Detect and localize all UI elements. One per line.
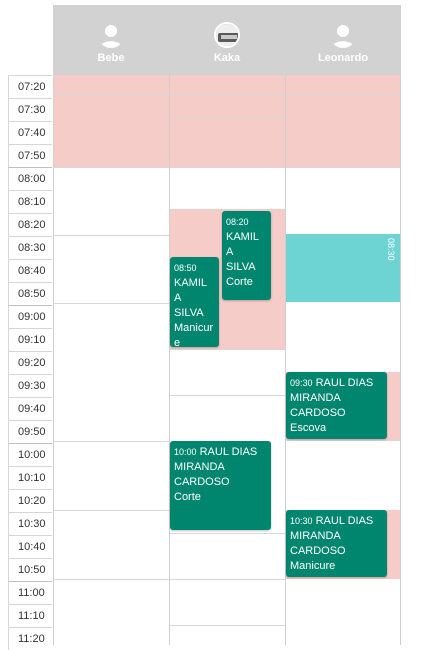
appointment-line: RAUL DIAS (199, 446, 258, 458)
appointment-card[interactable]: 08:50 KAMIL A SILVA Manicur e (170, 257, 219, 347)
column-kaka[interactable] (169, 75, 285, 645)
appointment-line: A (174, 292, 182, 304)
appointment-line: RAUL DIAS (315, 515, 374, 527)
appointment-card[interactable]: 09:30 RAUL DIAS MIRANDA CARDOSO Escova (286, 372, 387, 439)
appointment-line: MIRANDA (174, 461, 225, 473)
appointment-card[interactable]: 10:30 RAUL DIAS MIRANDA CARDOSO Manicure (286, 510, 387, 577)
staff-header-bebe[interactable]: Bebe (53, 5, 169, 75)
staff-header-leonardo[interactable]: Leonardo (285, 5, 401, 75)
appointment-line: CARDOSO (290, 545, 346, 557)
appointment-line: CARDOSO (290, 407, 346, 419)
staff-header-kaka[interactable]: Kaka (169, 5, 285, 75)
appointment-line: Manicur (174, 322, 214, 334)
time-label: 07:30 (8, 98, 52, 121)
time-label: 09:20 (8, 351, 52, 374)
appointment-line: KAMIL (226, 231, 260, 243)
appointment-line: CARDOSO (174, 476, 230, 488)
time-label: 09:40 (8, 397, 52, 420)
time-label: 09:30 (8, 374, 52, 397)
appointment-time: 10:00 (174, 447, 197, 457)
appointment-card[interactable]: 08:20 KAMIL A SILVA Corte (222, 211, 271, 300)
appointment-line: Manicure (290, 560, 336, 572)
time-label: 07:20 (8, 75, 52, 98)
appointment-line: Corte (174, 491, 201, 503)
time-label: 10:30 (8, 512, 52, 535)
header-spacer (401, 5, 434, 75)
column-bebe[interactable] (53, 75, 169, 645)
time-label: 11:20 (8, 627, 52, 650)
schedule-grid: Bebe Kaka Leonardo 07:20 07:30 07:40 07:… (0, 0, 434, 650)
appointment-line: e (174, 337, 181, 347)
appointment-time: 09:30 (290, 378, 313, 388)
appointment-time: 08:20 (226, 217, 249, 227)
time-label: 08:50 (8, 282, 52, 305)
blocked-slot[interactable]: 08:30 (286, 234, 400, 302)
time-label: 08:20 (8, 213, 52, 236)
photo-avatar (214, 22, 240, 48)
time-label: 10:40 (8, 535, 52, 558)
appointment-time: 10:30 (290, 516, 313, 526)
appointment-line: MIRANDA (290, 530, 341, 542)
time-label: 10:00 (8, 443, 52, 466)
user-silhouette-icon (330, 22, 356, 48)
staff-name: Bebe (97, 52, 125, 64)
appointment-line: MIRANDA (290, 392, 341, 404)
time-label: 08:10 (8, 190, 52, 213)
blocked-time: 08:30 (386, 238, 396, 261)
time-label: 09:50 (8, 420, 52, 443)
time-label: 09:00 (8, 305, 52, 328)
staff-name: Leonardo (317, 52, 369, 64)
time-label: 08:40 (8, 259, 52, 282)
time-label: 08:00 (8, 167, 52, 190)
appointment-line: RAUL DIAS (315, 377, 374, 389)
time-label: 10:10 (8, 466, 52, 489)
appointment-line: SILVA (174, 307, 204, 319)
time-label: 08:30 (8, 236, 52, 259)
appointment-line: A (226, 246, 234, 258)
time-label: 11:10 (8, 604, 52, 627)
appointment-line: Escova (290, 422, 327, 434)
time-label: 10:50 (8, 558, 52, 581)
appointment-line: KAMIL (174, 277, 208, 289)
time-label: 10:20 (8, 489, 52, 512)
time-label: 07:50 (8, 144, 52, 167)
time-label: 07:40 (8, 121, 52, 144)
appointment-line: Corte (226, 276, 253, 288)
appointment-card[interactable]: 10:00 RAUL DIAS MIRANDA CARDOSO Corte (170, 441, 271, 530)
time-label: 09:10 (8, 328, 52, 351)
appointment-time: 08:50 (174, 263, 197, 273)
unavailable-slot (170, 75, 285, 167)
appointment-line: SILVA (226, 261, 256, 273)
staff-name: Kaka (213, 52, 241, 64)
user-silhouette-icon (98, 22, 124, 48)
unavailable-slot (54, 75, 169, 167)
left-margin (0, 0, 8, 645)
unavailable-slot (286, 75, 400, 167)
time-label: 11:00 (8, 581, 52, 604)
